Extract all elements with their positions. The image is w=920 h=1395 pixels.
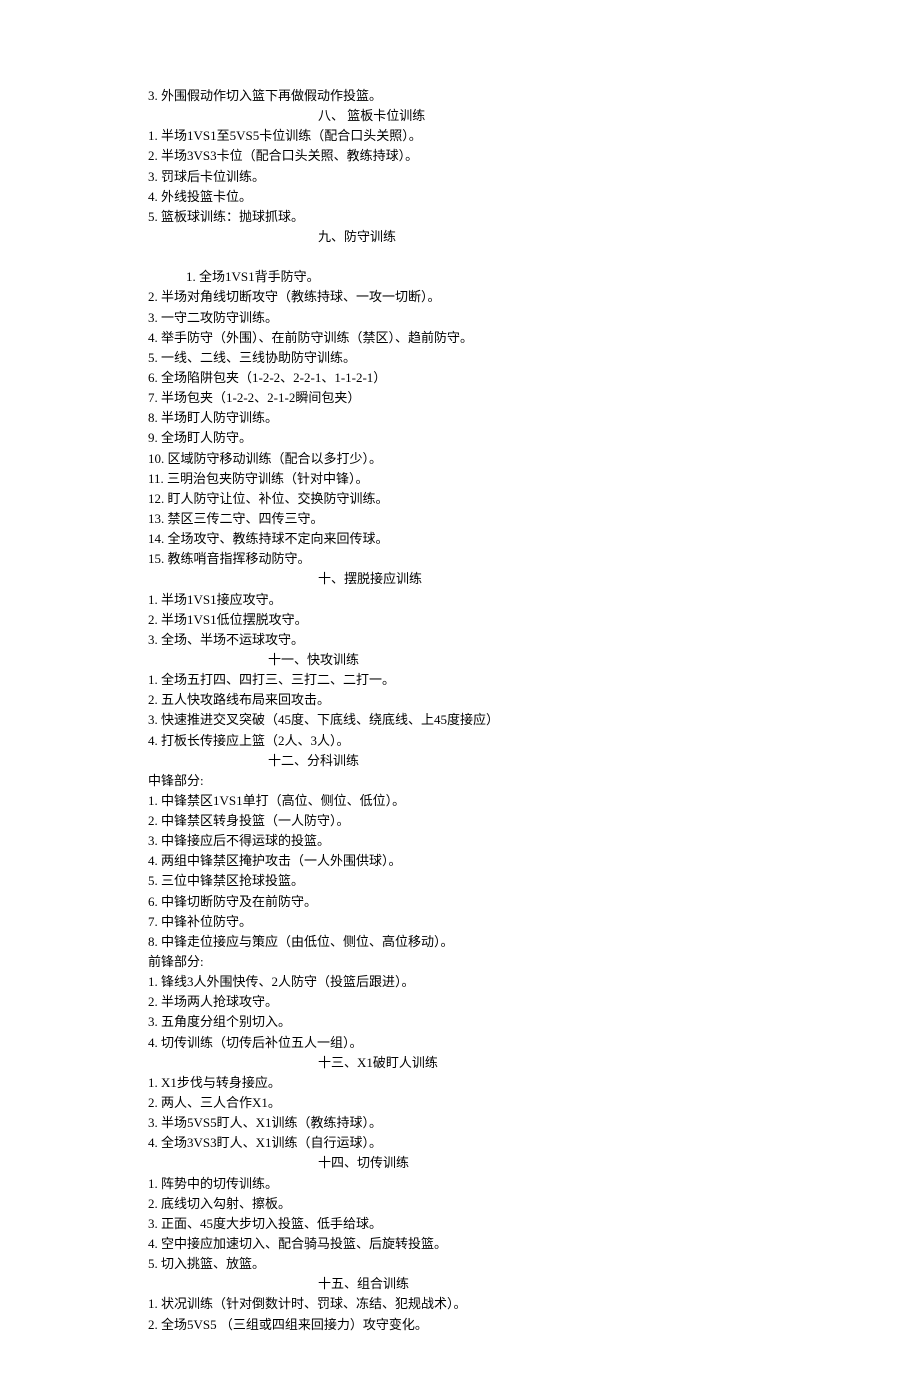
text-line: 2. 底线切入勾射、擦板。 [148, 1194, 920, 1214]
text-line: 八、 篮板卡位训练 [148, 106, 920, 126]
text-line: 3. 半场5VS5盯人、X1训练（教练持球）。 [148, 1113, 920, 1133]
text-line: 2. 五人快攻路线布局来回攻击。 [148, 690, 920, 710]
text-line: 4. 空中接应加速切入、配合骑马投篮、后旋转投篮。 [148, 1234, 920, 1254]
text-line: 3. 外围假动作切入篮下再做假动作投篮。 [148, 86, 920, 106]
text-line: 1. 锋线3人外围快传、2人防守（投篮后跟进）。 [148, 972, 920, 992]
text-line: 中锋部分: [148, 771, 920, 791]
text-line: 3. 中锋接应后不得运球的投篮。 [148, 831, 920, 851]
text-line: 3. 正面、45度大步切入投篮、低手给球。 [148, 1214, 920, 1234]
text-line: 7. 半场包夹（1-2-2、2-1-2瞬间包夹） [148, 388, 920, 408]
text-line: 1. 全场五打四、四打三、三打二、二打一。 [148, 670, 920, 690]
text-line: 4. 举手防守（外围）、在前防守训练（禁区）、趋前防守。 [148, 328, 920, 348]
text-line: 2. 半场3VS3卡位（配合口头关照、教练持球）。 [148, 146, 920, 166]
text-line: 6. 全场陷阱包夹（1-2-2、2-2-1、1-1-2-1） [148, 368, 920, 388]
text-line: 2. 全场5VS5 （三组或四组来回接力）攻守变化。 [148, 1315, 920, 1335]
text-line: 5. 三位中锋禁区抢球投篮。 [148, 871, 920, 891]
text-line: 2. 两人、三人合作X1。 [148, 1093, 920, 1113]
text-line: 13. 禁区三传二守、四传三守。 [148, 509, 920, 529]
text-line: 8. 半场盯人防守训练。 [148, 408, 920, 428]
text-line: 4. 两组中锋禁区掩护攻击（一人外围供球）。 [148, 851, 920, 871]
text-line: 1. 状况训练（针对倒数计时、罚球、冻结、犯规战术）。 [148, 1294, 920, 1314]
text-line: 十三、X1破盯人训练 [148, 1053, 920, 1073]
text-line: 5. 切入挑篮、放篮。 [148, 1254, 920, 1274]
text-line: 5. 篮板球训练：抛球抓球。 [148, 207, 920, 227]
text-line [148, 247, 920, 267]
text-line: 1. 阵势中的切传训练。 [148, 1174, 920, 1194]
text-line: 十四、切传训练 [148, 1153, 920, 1173]
text-line: 十、摆脱接应训练 [148, 569, 920, 589]
text-line: 九、防守训练 [148, 227, 920, 247]
text-line: 十二、分科训练 [148, 751, 920, 771]
text-line: 2. 半场对角线切断攻守（教练持球、一攻一切断）。 [148, 287, 920, 307]
text-line: 14. 全场攻守、教练持球不定向来回传球。 [148, 529, 920, 549]
text-line: 7. 中锋补位防守。 [148, 912, 920, 932]
text-line: 3. 一守二攻防守训练。 [148, 308, 920, 328]
text-line: 3. 五角度分组个别切入。 [148, 1012, 920, 1032]
text-line: 1. X1步伐与转身接应。 [148, 1073, 920, 1093]
text-line: 5. 一线、二线、三线协助防守训练。 [148, 348, 920, 368]
text-line: 1. 半场1VS1接应攻守。 [148, 590, 920, 610]
text-line: 1. 半场1VS1至5VS5卡位训练（配合口头关照）。 [148, 126, 920, 146]
text-line: 9. 全场盯人防守。 [148, 428, 920, 448]
text-line: 十一、快攻训练 [148, 650, 920, 670]
text-line: 15. 教练哨音指挥移动防守。 [148, 549, 920, 569]
text-line: 4. 全场3VS3盯人、X1训练（自行运球）。 [148, 1133, 920, 1153]
text-line: 6. 中锋切断防守及在前防守。 [148, 892, 920, 912]
text-line: 10. 区域防守移动训练（配合以多打少）。 [148, 449, 920, 469]
text-line: 2. 半场1VS1低位摆脱攻守。 [148, 610, 920, 630]
text-line: 11. 三明治包夹防守训练（针对中锋）。 [148, 469, 920, 489]
document-page: 3. 外围假动作切入篮下再做假动作投篮。八、 篮板卡位训练1. 半场1VS1至5… [0, 0, 920, 1395]
text-line: 4. 外线投篮卡位。 [148, 187, 920, 207]
text-line: 2. 半场两人抢球攻守。 [148, 992, 920, 1012]
text-line: 4. 切传训练（切传后补位五人一组）。 [148, 1033, 920, 1053]
text-line: 前锋部分: [148, 952, 920, 972]
text-line: 4. 打板长传接应上篮（2人、3人）。 [148, 731, 920, 751]
text-line: 1. 中锋禁区1VS1单打（高位、侧位、低位）。 [148, 791, 920, 811]
text-line: 1. 全场1VS1背手防守。 [148, 267, 920, 287]
text-line: 3. 快速推进交叉突破（45度、下底线、绕底线、上45度接应） [148, 710, 920, 730]
text-line: 2. 中锋禁区转身投篮（一人防守）。 [148, 811, 920, 831]
text-line: 十五、组合训练 [148, 1274, 920, 1294]
text-line: 3. 罚球后卡位训练。 [148, 167, 920, 187]
text-line: 8. 中锋走位接应与策应（由低位、侧位、高位移动）。 [148, 932, 920, 952]
text-line: 12. 盯人防守让位、补位、交换防守训练。 [148, 489, 920, 509]
text-line: 3. 全场、半场不运球攻守。 [148, 630, 920, 650]
